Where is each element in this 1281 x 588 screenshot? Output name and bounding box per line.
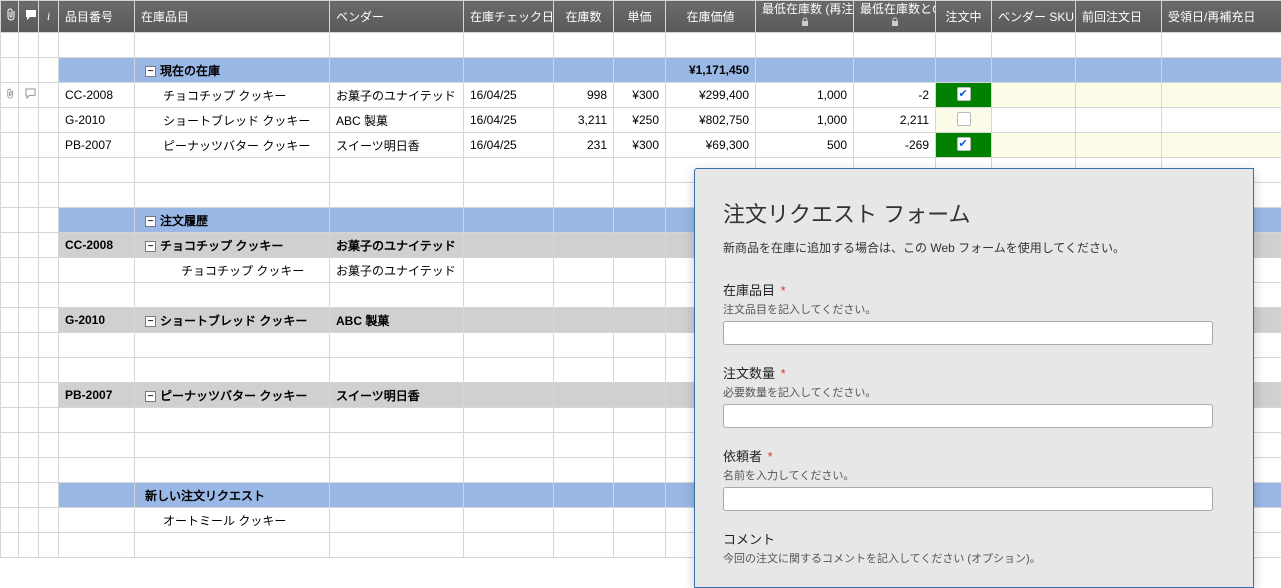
col-ordering[interactable]: 注文中 (936, 1, 992, 33)
col-unit-price[interactable]: 単価 (614, 1, 666, 33)
hint-requester: 名前を入力してください。 (723, 467, 1225, 483)
col-last-order[interactable]: 前回注文日 (1076, 1, 1162, 33)
lock-icon (800, 17, 810, 27)
col-diff[interactable]: 最低在庫数との差 (854, 1, 936, 33)
ordering-checkbox[interactable] (957, 87, 971, 101)
col-info[interactable]: i (39, 1, 59, 33)
col-vendor[interactable]: ベンダー (330, 1, 464, 33)
label-item: 在庫品目 * (723, 280, 1225, 299)
collapse-icon[interactable]: − (145, 391, 156, 402)
collapse-icon[interactable]: − (145, 241, 156, 252)
col-value[interactable]: 在庫価値 (666, 1, 756, 33)
label-requester: 依頼者 * (723, 446, 1225, 465)
info-icon: i (47, 9, 50, 23)
hint-item: 注文品目を記入してください。 (723, 301, 1225, 317)
order-request-form: 注文リクエスト フォーム 新商品を在庫に追加する場合は、この Web フォームを… (694, 168, 1254, 588)
collapse-icon[interactable]: − (145, 66, 156, 77)
hint-comment: 今回の注文に関するコメントを記入してください (オプション)。 (723, 550, 1225, 566)
col-reorder[interactable]: 最低在庫数 (再注文レベル) (756, 1, 854, 33)
ordering-checkbox[interactable] (957, 112, 971, 126)
section-label: 現在の在庫 (160, 64, 220, 78)
col-qty[interactable]: 在庫数 (554, 1, 614, 33)
input-requester[interactable] (723, 487, 1213, 511)
cell-date: 16/04/25 (464, 83, 554, 108)
col-vendor-sku[interactable]: ベンダー SKU (992, 1, 1076, 33)
form-title: 注文リクエスト フォーム (723, 197, 1225, 229)
label-comment: コメント (723, 529, 1225, 548)
label-qty: 注文数量 * (723, 363, 1225, 382)
col-attachment[interactable] (1, 1, 19, 33)
hint-qty: 必要数量を記入してください。 (723, 384, 1225, 400)
col-receipt[interactable]: 受領日/再補充日 (1162, 1, 1281, 33)
col-comment[interactable] (19, 1, 39, 33)
section-current-stock[interactable]: −現在の在庫 ¥1,171,450 (1, 58, 1281, 83)
form-lead: 新商品を在庫に追加する場合は、この Web フォームを使用してください。 (723, 239, 1225, 256)
header-row: i 品目番号 在庫品目 ベンダー 在庫チェック日 在庫数 単価 在庫価値 最低在… (1, 1, 1281, 33)
table-row[interactable]: G-2010 ショートブレッド クッキー ABC 製菓 16/04/25 3,2… (1, 108, 1281, 133)
paperclip-icon (7, 89, 15, 103)
collapse-icon[interactable]: − (145, 216, 156, 227)
ordering-checkbox[interactable] (957, 137, 971, 151)
col-item-name[interactable]: 在庫品目 (135, 1, 330, 33)
input-item[interactable] (723, 321, 1213, 345)
col-item-no[interactable]: 品目番号 (59, 1, 135, 33)
paperclip-icon (7, 11, 17, 25)
col-check-date[interactable]: 在庫チェック日 (464, 1, 554, 33)
cell-vendor: お菓子のユナイテッド (330, 83, 464, 108)
lock-icon (890, 17, 900, 27)
speech-bubble-icon (25, 88, 36, 102)
table-row[interactable]: PB-2007 ピーナッツバター クッキー スイーツ明日香 16/04/25 2… (1, 133, 1281, 158)
cell-item-no: CC-2008 (59, 83, 135, 108)
cell-name: チョコチップ クッキー (135, 83, 330, 108)
total-value: ¥1,171,450 (666, 58, 756, 83)
collapse-icon[interactable]: − (145, 316, 156, 327)
table-row[interactable]: CC-2008 チョコチップ クッキー お菓子のユナイテッド 16/04/25 … (1, 83, 1281, 108)
input-qty[interactable] (723, 404, 1213, 428)
speech-bubble-icon (25, 10, 37, 24)
